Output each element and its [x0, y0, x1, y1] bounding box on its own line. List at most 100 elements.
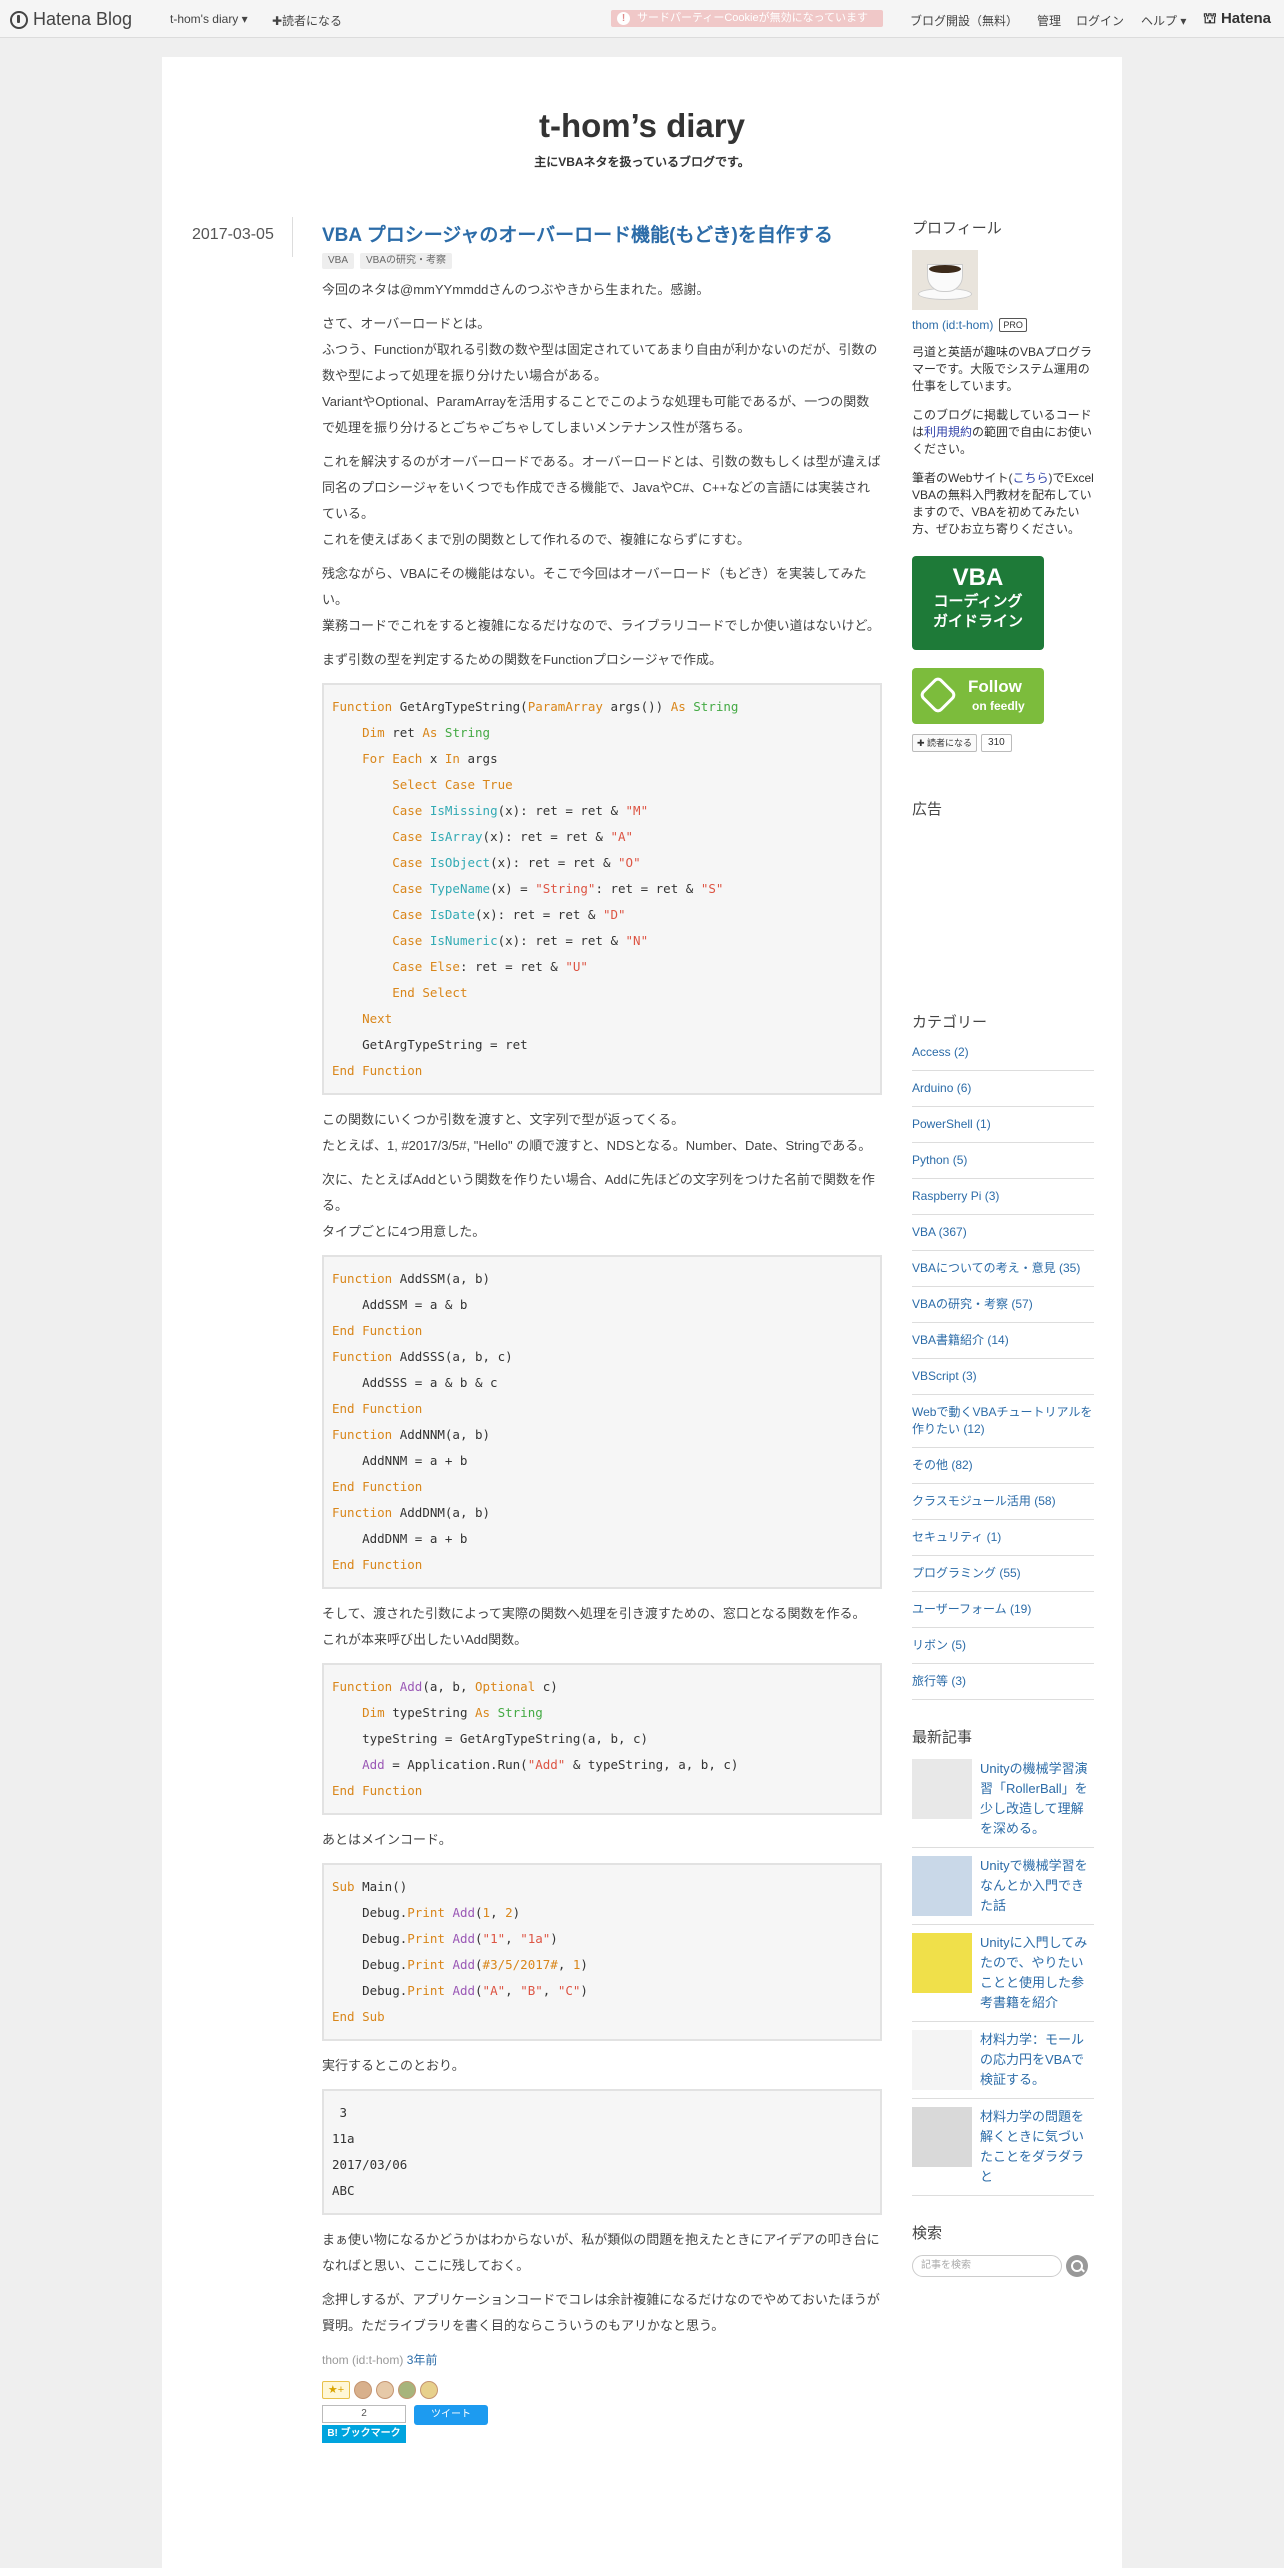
output-block: 3 11a 2017/03/06 ABC [322, 2089, 882, 2215]
recent-entry[interactable]: 材料力学の問題を解くときに気づいたことをダラダラと [912, 2099, 1094, 2196]
code-block-getargtypestring: Function GetArgTypeString(ParamArray arg… [322, 683, 882, 1095]
recent-entries-list: Unityの機械学習演習「RollerBall」を少し改造して理解を深める。 U… [912, 1759, 1094, 2196]
login-link[interactable]: ログイン [1076, 12, 1124, 29]
recent-entry-title[interactable]: Unityの機械学習演習「RollerBall」を少し改造して理解を深める。 [980, 1759, 1094, 1839]
admin-link[interactable]: 管理 [1037, 12, 1061, 29]
category-list: Access (2) Arduino (6) PowerShell (1) Py… [912, 1044, 1094, 1700]
category-link[interactable]: プログラミング (55) [912, 1556, 1094, 1592]
search-input[interactable]: 記事を検索 [912, 2255, 1062, 2277]
hatena-link[interactable]: ⛫ Hatena [1203, 10, 1271, 29]
profile-avatar[interactable] [912, 250, 978, 310]
entry-thumbnail[interactable] [912, 2030, 972, 2090]
diary-menu[interactable]: t-hom's diary ▾ [170, 12, 248, 26]
website-link[interactable]: こちら [1012, 471, 1048, 485]
profile-website: 筆者のWebサイト(こちら)でExcel VBAの無料入門教材を配布していますの… [912, 470, 1094, 538]
hatena-blog-logo[interactable]: Hatena Blog [10, 9, 132, 30]
category-link[interactable]: Arduino (6) [912, 1071, 1094, 1107]
feedly-label: Follow [968, 677, 1022, 696]
category-tag-vba[interactable]: VBA [322, 253, 355, 269]
entry-paragraph: さて、オーバーロードとは。 ふつう、Functionが取れる引数の数や型は固定さ… [322, 316, 878, 435]
code-block-main: Sub Main() Debug.Print Add(1, 2) Debug.P… [322, 1863, 882, 2041]
star-user-avatar[interactable] [376, 2381, 394, 2399]
profile-heading: プロフィール [912, 220, 1002, 237]
help-menu[interactable]: ヘルプ ▾ [1141, 12, 1186, 29]
category-link[interactable]: PowerShell (1) [912, 1107, 1094, 1143]
category-link[interactable]: セキュリティ (1) [912, 1520, 1094, 1556]
cookie-notice[interactable]: ! サードパーティーCookieが無効になっています [611, 10, 883, 27]
entry-paragraph: 今回のネタは@mmYYmmddさんのつぶやきから生まれた。感謝。 [322, 282, 710, 297]
ad-heading: 広告 [912, 801, 943, 818]
vba-coding-guideline-banner[interactable]: VBA コーディング ガイドライン [912, 556, 1044, 650]
entry-permalink[interactable]: 3年前 [407, 2353, 438, 2367]
recent-entry[interactable]: Unityで機械学習をなんとか入門できた話 [912, 1848, 1094, 1925]
entry-thumbnail[interactable] [912, 1856, 972, 1916]
star-user-avatar[interactable] [420, 2381, 438, 2399]
recent-heading: 最新記事 [912, 1729, 973, 1746]
website-prefix: 筆者のWebサイト( [912, 471, 1013, 485]
entry-thumbnail[interactable] [912, 2107, 972, 2167]
vba-banner-line2: ガイドライン [932, 613, 1023, 630]
feedly-icon [918, 675, 958, 715]
star-user-avatar[interactable] [398, 2381, 416, 2399]
become-reader-button[interactable]: ✚ 読者になる [912, 734, 978, 752]
category-link[interactable]: 旅行等 (3) [912, 1664, 1094, 1700]
terms-link[interactable]: 利用規約 [924, 425, 972, 439]
entry-paragraph: 残念ながら、VBAにその機能はない。そこで今回はオーバーロード（もどき）を実装し… [322, 566, 880, 633]
category-link[interactable]: VBAの研究・考察 (57) [912, 1287, 1094, 1323]
reader-count[interactable]: 310 [981, 734, 1012, 752]
star-user-avatar[interactable] [354, 2381, 372, 2399]
recent-entry-title[interactable]: 材料力学の問題を解くときに気づいたことをダラダラと [980, 2107, 1094, 2187]
entry-date[interactable]: 2017-03-05 [192, 226, 274, 244]
entry-author[interactable]: thom (id:t-hom) [322, 2353, 403, 2367]
category-link[interactable]: クラスモジュール活用 (58) [912, 1484, 1094, 1520]
hatena-icon: ⛫ [1203, 10, 1217, 27]
search-heading: 検索 [912, 2225, 943, 2242]
ad-space [912, 831, 1094, 1011]
add-star-button[interactable]: ★+ [322, 2381, 350, 2399]
follow-on-feedly-button[interactable]: Follow on feedly [912, 668, 1044, 724]
top-navigation-bar: Hatena Blog t-hom's diary ▾ ✚読者になる ! サード… [0, 0, 1284, 38]
category-link[interactable]: VBA書籍紹介 (14) [912, 1323, 1094, 1359]
profile-name-row: thom (id:t-hom) PRO [912, 318, 1094, 332]
bookmark-button[interactable]: B! ブックマーク [322, 2425, 406, 2443]
category-link[interactable]: VBScript (3) [912, 1359, 1094, 1395]
category-link[interactable]: その他 (82) [912, 1448, 1094, 1484]
category-link[interactable]: VBA (367) [912, 1215, 1094, 1251]
recent-entry-title[interactable]: Unityで機械学習をなんとか入門できた話 [980, 1856, 1094, 1916]
category-heading: カテゴリー [912, 1014, 988, 1031]
entry-article: VBA プロシージャのオーバーロード機能(もどき)を自作する VBA VBAの研… [322, 223, 882, 2443]
blog-title[interactable]: t-hom’s diary [162, 107, 1122, 145]
entry-paragraph: まぁ使い物になるかどうかはわからないが、私が類似の問題を抱えたときにアイデアの叩… [322, 2232, 880, 2273]
profile-bio: 弓道と英語が趣味のVBAプログラマーです。大阪でシステム運用の仕事をしています。 [912, 345, 1093, 393]
profile-name[interactable]: thom (id:t-hom) [912, 318, 993, 332]
tweet-button[interactable]: ツイート [414, 2405, 488, 2425]
recent-entry-title[interactable]: 材料力学：モールの応力円をVBAで検証する。 [980, 2030, 1094, 2090]
entry-categories: VBA VBAの研究・考察 [322, 253, 882, 269]
open-blog-link[interactable]: ブログ開設（無料） [910, 12, 1018, 29]
category-link[interactable]: ユーザーフォーム (19) [912, 1592, 1094, 1628]
category-link[interactable]: VBAについての考え・意見 (35) [912, 1251, 1094, 1287]
recent-entry[interactable]: Unityの機械学習演習「RollerBall」を少し改造して理解を深める。 [912, 1759, 1094, 1848]
category-link[interactable]: Webで動くVBAチュートリアルを作りたい (12) [912, 1395, 1094, 1448]
entry-thumbnail[interactable] [912, 1933, 972, 1993]
hatena-blog-logo-text: Hatena Blog [33, 9, 133, 29]
category-link[interactable]: リボン (5) [912, 1628, 1094, 1664]
entry-thumbnail[interactable] [912, 1759, 972, 1819]
date-divider [292, 217, 293, 257]
bookmark-count[interactable]: 2 [322, 2405, 406, 2423]
recent-entry[interactable]: 材料力学：モールの応力円をVBAで検証する。 [912, 2022, 1094, 2099]
category-link[interactable]: Access (2) [912, 1044, 1094, 1071]
entry-title[interactable]: VBA プロシージャのオーバーロード機能(もどき)を自作する [322, 223, 882, 249]
category-link[interactable]: Python (5) [912, 1143, 1094, 1179]
vba-banner-line1: コーディング [933, 593, 1023, 610]
search-form: 記事を検索 [912, 2255, 1094, 2277]
recent-entry[interactable]: Unityに入門してみたので、やりたいことと使用した参考書籍を紹介 [912, 1925, 1094, 2022]
entry-paragraph: まず引数の型を判定するための関数をFunctionプロシージャで作成。 [322, 652, 722, 667]
sidebar: プロフィール thom (id:t-hom) PRO 弓道と英語が趣味のVBAプ… [912, 217, 1094, 2277]
feedly-sublabel: on feedly [972, 699, 1025, 713]
category-link[interactable]: Raspberry Pi (3) [912, 1179, 1094, 1215]
recent-entry-title[interactable]: Unityに入門してみたので、やりたいことと使用した参考書籍を紹介 [980, 1933, 1094, 2013]
search-icon[interactable] [1066, 2255, 1088, 2277]
category-tag-vba-research[interactable]: VBAの研究・考察 [360, 253, 453, 269]
become-reader-link[interactable]: ✚読者になる [272, 12, 342, 29]
